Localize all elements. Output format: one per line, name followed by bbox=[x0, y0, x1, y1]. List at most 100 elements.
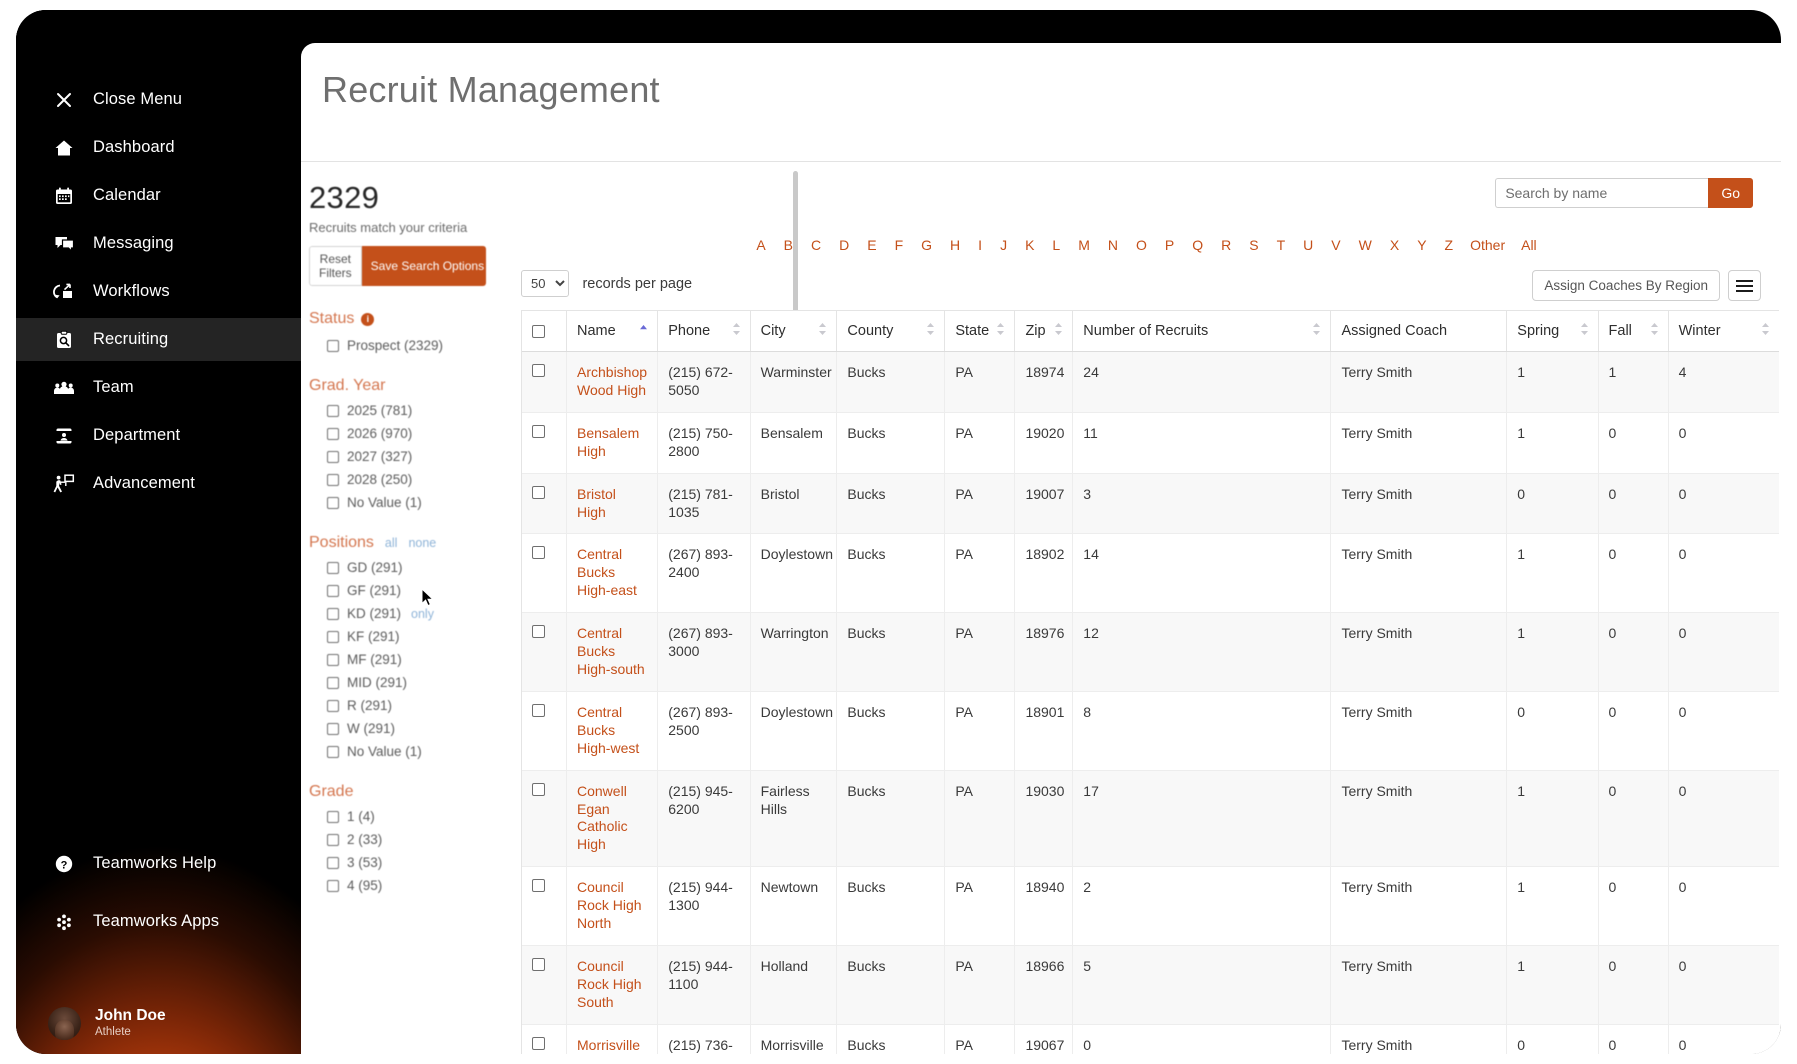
sort-both-icon[interactable] bbox=[1312, 322, 1321, 340]
alpha-link-w[interactable]: W bbox=[1359, 237, 1372, 253]
alpha-link-t[interactable]: T bbox=[1277, 237, 1286, 253]
sort-both-icon[interactable] bbox=[1054, 322, 1063, 340]
row-select-cell[interactable] bbox=[522, 945, 567, 1025]
cell-school-name[interactable]: Council Rock High South bbox=[566, 945, 659, 1025]
row-select-cell[interactable] bbox=[522, 473, 567, 535]
filter-option[interactable]: 1 (4) bbox=[309, 809, 495, 824]
filter-option[interactable]: MF (291) bbox=[309, 652, 495, 667]
alpha-link-e[interactable]: E bbox=[867, 237, 876, 253]
alpha-link-b[interactable]: B bbox=[784, 237, 793, 253]
alpha-link-v[interactable]: V bbox=[1331, 237, 1340, 253]
table-row[interactable]: Council Rock High South (215) 944-1100 Hol… bbox=[522, 945, 1779, 1025]
filter-option[interactable]: Prospect (2329) bbox=[309, 338, 495, 353]
alpha-link-z[interactable]: Z bbox=[1445, 237, 1454, 253]
filter-option[interactable]: 3 (53) bbox=[309, 855, 495, 870]
row-checkbox[interactable] bbox=[532, 1036, 545, 1050]
checkbox[interactable] bbox=[327, 810, 339, 823]
sidebar-item-recruiting[interactable]: Recruiting bbox=[16, 318, 301, 361]
hamburger-icon[interactable] bbox=[1728, 270, 1761, 301]
filter-option[interactable]: R (291) bbox=[309, 698, 495, 713]
assign-coaches-by-region-button[interactable]: Assign Coaches By Region bbox=[1532, 270, 1720, 301]
filter-option[interactable]: 2028 (250) bbox=[309, 472, 495, 487]
checkbox[interactable] bbox=[327, 450, 339, 463]
table-row[interactable]: Council Rock High North (215) 944-1300 New… bbox=[522, 866, 1779, 946]
filter-option[interactable]: MID (291) bbox=[309, 675, 495, 690]
filter-option[interactable]: 2 (33) bbox=[309, 832, 495, 847]
school-link[interactable]: Central Bucks High-south bbox=[577, 625, 645, 677]
checkbox[interactable] bbox=[327, 653, 339, 666]
alpha-link-l[interactable]: L bbox=[1052, 237, 1060, 253]
only-link[interactable]: only bbox=[411, 607, 434, 621]
row-checkbox[interactable] bbox=[532, 485, 545, 499]
cell-school-name[interactable]: Bristol High bbox=[566, 473, 659, 535]
sort-asc-icon[interactable] bbox=[639, 323, 648, 339]
table-row[interactable]: Central Bucks High-east (267) 893-2400 Doy… bbox=[522, 533, 1779, 614]
row-checkbox[interactable] bbox=[532, 957, 545, 971]
school-link[interactable]: Archbishop Wood High bbox=[577, 364, 647, 398]
table-row[interactable]: Bensalem High (215) 750-2800 Bensalem Bucks… bbox=[522, 412, 1779, 474]
checkbox[interactable] bbox=[327, 630, 339, 643]
row-checkbox[interactable] bbox=[532, 782, 545, 796]
filter-option[interactable]: No Value (1) bbox=[309, 744, 495, 759]
column-header-city[interactable]: City bbox=[750, 311, 838, 352]
column-header-winter[interactable]: Winter bbox=[1668, 311, 1779, 352]
alpha-link-d[interactable]: D bbox=[839, 237, 849, 253]
row-select-cell[interactable] bbox=[522, 691, 567, 771]
school-link[interactable]: Council Rock High South bbox=[577, 958, 642, 1010]
table-row[interactable]: Central Bucks High-south (267) 893-3000 Wa… bbox=[522, 612, 1779, 692]
school-link[interactable]: Central Bucks High-east bbox=[577, 546, 637, 598]
sidebar-item-workflows[interactable]: Workflows bbox=[16, 270, 301, 313]
column-header-spring[interactable]: Spring bbox=[1506, 311, 1599, 352]
save-search-options-button[interactable]: Save Search Options bbox=[361, 246, 486, 286]
alpha-link-q[interactable]: Q bbox=[1192, 237, 1203, 253]
column-header-county[interactable]: County bbox=[836, 311, 946, 352]
info-icon[interactable]: i bbox=[361, 312, 375, 326]
table-row[interactable]: Bristol High (215) 781-1035 Bristol Bucks PA… bbox=[522, 473, 1779, 535]
alpha-link-c[interactable]: C bbox=[811, 237, 821, 253]
alpha-link-x[interactable]: X bbox=[1390, 237, 1399, 253]
row-checkbox[interactable] bbox=[532, 879, 545, 893]
checkbox[interactable] bbox=[327, 722, 339, 735]
row-checkbox[interactable] bbox=[532, 424, 545, 438]
filter-option[interactable]: W (291) bbox=[309, 721, 495, 736]
row-checkbox[interactable] bbox=[532, 625, 545, 639]
sidebar-item-advancement[interactable]: Advancement bbox=[16, 462, 301, 505]
alpha-link-o[interactable]: O bbox=[1136, 237, 1147, 253]
alpha-link-all[interactable]: All bbox=[1521, 237, 1537, 253]
row-select-cell[interactable] bbox=[522, 533, 567, 614]
school-link[interactable]: Council Rock High North bbox=[577, 879, 642, 931]
table-row[interactable]: Morrisville High (215) 736-5260Morrisvill… bbox=[522, 1024, 1779, 1054]
cell-school-name[interactable]: Morrisville High bbox=[566, 1024, 659, 1054]
checkbox[interactable] bbox=[327, 676, 339, 689]
table-row[interactable]: Conwell Egan Catholic High (215) 945-6200… bbox=[522, 770, 1779, 868]
filter-option[interactable]: KD (291) only bbox=[309, 606, 495, 621]
checkbox[interactable] bbox=[327, 745, 339, 758]
sidebar-item-department[interactable]: Department bbox=[16, 414, 301, 457]
cell-school-name[interactable]: Bensalem High bbox=[566, 412, 659, 474]
select-all-link[interactable]: all bbox=[385, 536, 398, 550]
cell-school-name[interactable]: Conwell Egan Catholic High bbox=[566, 770, 659, 868]
alpha-link-k[interactable]: K bbox=[1025, 237, 1034, 253]
school-link[interactable]: Bensalem High bbox=[577, 425, 639, 459]
reset-filters-button[interactable]: Reset Filters bbox=[309, 246, 362, 286]
alpha-link-other[interactable]: Other bbox=[1470, 237, 1505, 253]
filter-option[interactable]: 2026 (970) bbox=[309, 426, 495, 441]
row-select-cell[interactable] bbox=[522, 866, 567, 946]
sidebar-item-messaging[interactable]: Messaging bbox=[16, 222, 301, 265]
column-header-number-of-recruits[interactable]: Number of Recruits bbox=[1072, 311, 1332, 352]
checkbox[interactable] bbox=[327, 833, 339, 846]
filter-option[interactable]: No Value (1) bbox=[309, 495, 495, 510]
column-header-phone[interactable]: Phone bbox=[657, 311, 751, 352]
filter-option[interactable]: KF (291) bbox=[309, 629, 495, 644]
sidebar-item-calendar[interactable]: Calendar bbox=[16, 174, 301, 217]
row-select-cell[interactable] bbox=[522, 351, 567, 413]
alpha-link-j[interactable]: J bbox=[1000, 237, 1007, 253]
sidebar-item-team[interactable]: Team bbox=[16, 366, 301, 409]
alpha-link-h[interactable]: H bbox=[950, 237, 960, 253]
filter-option[interactable]: 4 (95) bbox=[309, 878, 495, 893]
checkbox[interactable] bbox=[327, 404, 339, 417]
table-row[interactable]: Archbishop Wood High (215) 672-5050 Warmin… bbox=[522, 351, 1779, 413]
checkbox[interactable] bbox=[327, 473, 339, 486]
checkbox[interactable] bbox=[327, 339, 339, 352]
row-checkbox[interactable] bbox=[532, 546, 545, 560]
